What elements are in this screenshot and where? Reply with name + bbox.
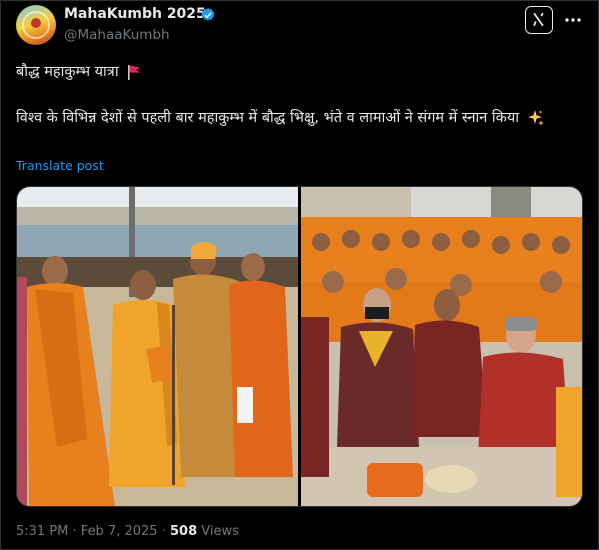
post-date[interactable]: Feb 7, 2025: [81, 524, 158, 539]
post-body: विश्व के विभिन्न देशों से पहली बार महाकु…: [16, 105, 576, 131]
post-body-text: विश्व के विभिन्न देशों से पहली बार महाकु…: [16, 110, 519, 126]
post-meta: 5:31 PM · Feb 7, 2025 · 508 Views: [16, 524, 239, 539]
avatar[interactable]: [16, 5, 56, 45]
left-photo-image: [17, 187, 298, 506]
post-title-text: बौद्ध महाकुम्भ यात्रा: [16, 64, 119, 80]
meta-separator: ·: [68, 524, 81, 539]
translate-post-link[interactable]: Translate post: [16, 158, 104, 173]
post-title-line: बौद्ध महाकुम्भ यात्रा: [16, 61, 142, 81]
meta-separator-2: ·: [157, 524, 170, 539]
sparkles-icon: [527, 110, 544, 126]
right-photo[interactable]: [301, 187, 582, 506]
views-label: Views: [201, 524, 239, 539]
author-display-name[interactable]: MahaKumbh 2025: [64, 6, 206, 22]
author-handle[interactable]: @MahaaKumbh: [64, 27, 170, 43]
verified-badge-icon: [201, 8, 215, 21]
post-time[interactable]: 5:31 PM: [16, 524, 68, 539]
more-options-icon[interactable]: [563, 10, 583, 30]
right-photo-image: [301, 187, 582, 506]
media-grid: [16, 186, 583, 507]
red-flag-icon: [128, 64, 141, 80]
grok-icon[interactable]: [525, 6, 553, 34]
avatar-emblem: [31, 18, 41, 28]
grok-glyph: [533, 12, 544, 27]
left-photo[interactable]: [17, 187, 298, 506]
views-count: 508: [169, 524, 198, 539]
